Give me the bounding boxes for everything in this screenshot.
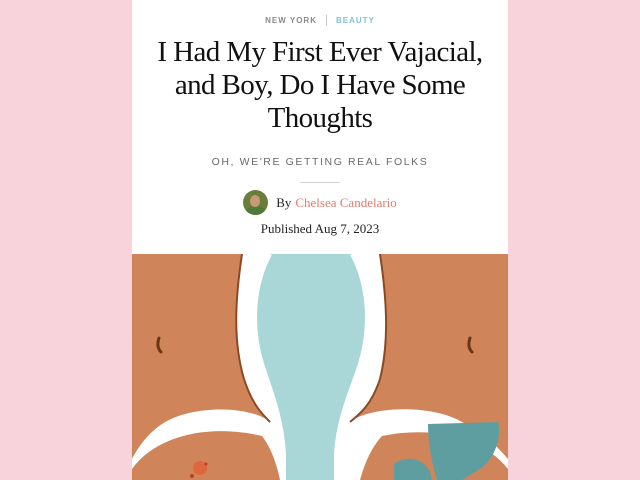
byline: By Chelsea Candelario bbox=[132, 190, 508, 215]
divider bbox=[300, 182, 340, 183]
article-title: I Had My First Ever Vajacial, and Boy, D… bbox=[157, 36, 483, 134]
published-date: Published Aug 7, 2023 bbox=[260, 221, 380, 236]
hero-illustration bbox=[132, 254, 508, 480]
author-avatar[interactable] bbox=[243, 190, 269, 215]
byline-prefix: By bbox=[276, 194, 292, 210]
category-link[interactable]: BEAUTY bbox=[336, 16, 375, 25]
location-link[interactable]: NEW YORK bbox=[265, 16, 317, 25]
author-link[interactable]: Chelsea Candelario bbox=[295, 195, 396, 211]
article-card: NEW YORK BEAUTY I Had My First Ever Vaja… bbox=[132, 0, 508, 480]
article-kicker: NEW YORK BEAUTY bbox=[132, 15, 508, 26]
article-dek: OH, WE'RE GETTING REAL FOLKS bbox=[211, 156, 429, 168]
kicker-divider bbox=[325, 15, 327, 26]
